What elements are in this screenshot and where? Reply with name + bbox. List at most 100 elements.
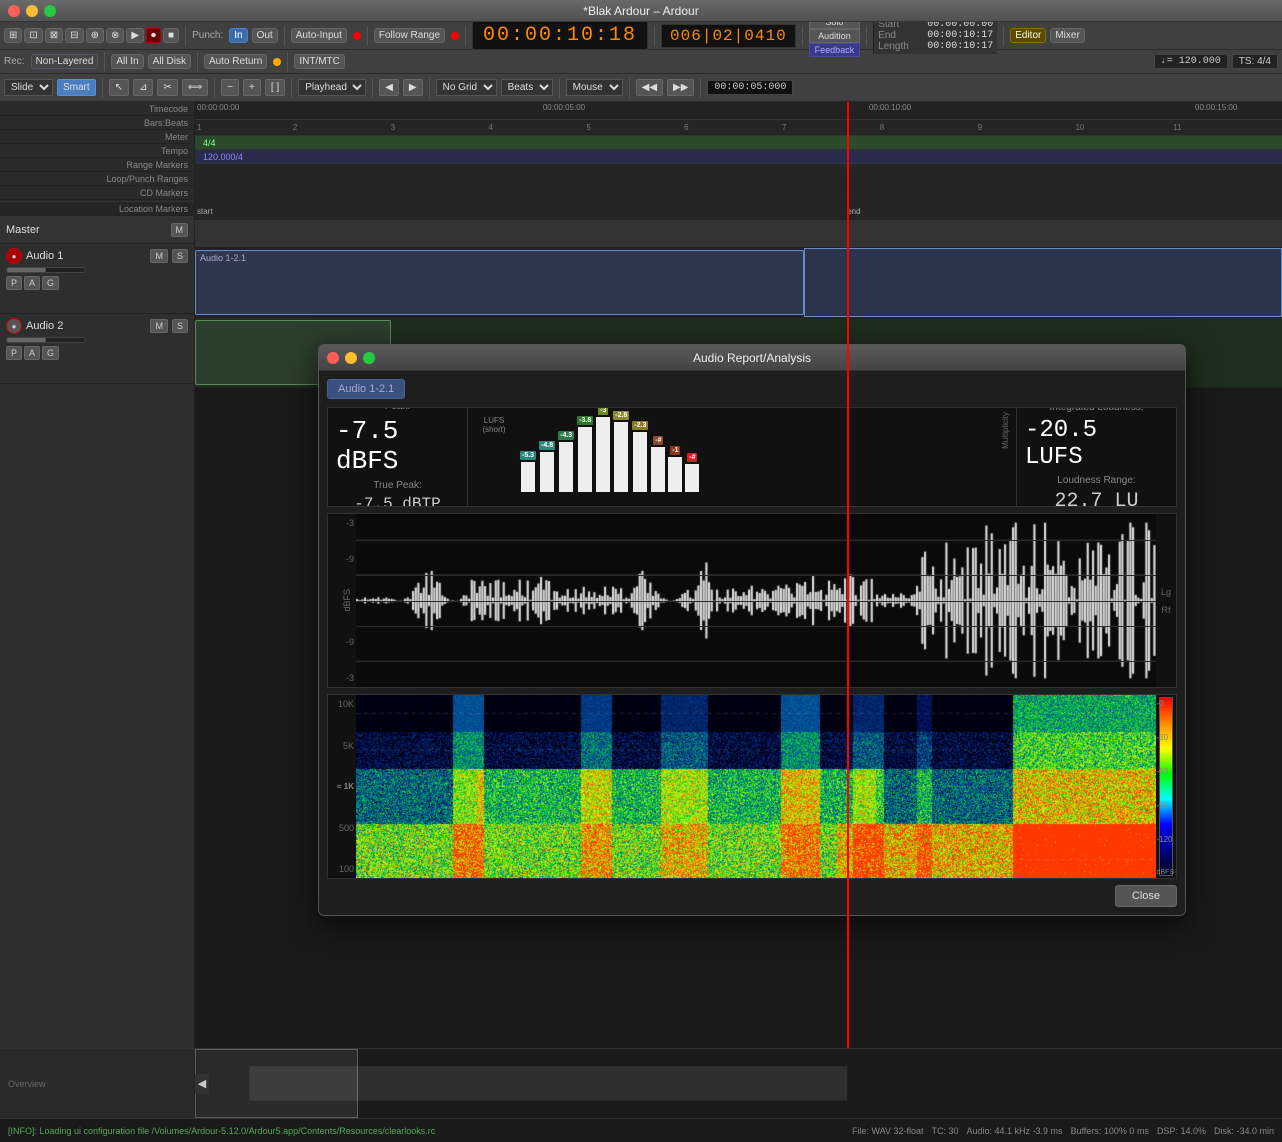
tb-icon7[interactable]: ▶	[126, 28, 144, 43]
audio1-g-btn[interactable]: G	[42, 276, 59, 290]
grid-select[interactable]: No Grid	[436, 79, 497, 96]
audio1-region[interactable]: Audio 1-2.1	[195, 250, 804, 315]
timesig-display[interactable]: TS: 4/4	[1232, 54, 1278, 69]
sep8	[1003, 26, 1004, 46]
next-btn[interactable]: ▶▶	[667, 79, 694, 96]
range-tool[interactable]: ⊿	[133, 79, 153, 96]
non-layered-btn[interactable]: Non-Layered	[31, 54, 99, 69]
spectrogram-section: 10K 5K ≈ 1K 500 100 -0 -30 -60	[327, 694, 1177, 879]
lufs-bar-fill-1	[521, 462, 535, 492]
buffers-info: Buffers: 100% 0 ms	[1071, 1126, 1149, 1136]
ruler-header: Timecode Bars:Beats Meter Tempo Range Ma…	[0, 102, 194, 202]
tb-icon5[interactable]: ⊕	[86, 28, 104, 43]
modal-min-wc[interactable]	[345, 352, 357, 364]
overview-label: Overview	[8, 1079, 46, 1089]
rec-label: Rec:	[4, 56, 25, 67]
modal-max-wc[interactable]	[363, 352, 375, 364]
tb-icon4[interactable]: ⊟	[65, 28, 83, 43]
timecode-display[interactable]: 00:00:10:18	[472, 21, 648, 50]
wf-grid-3	[356, 626, 1156, 627]
minimize-button[interactable]	[26, 5, 38, 17]
audio2-header: ● Audio 2 M S P A G	[0, 314, 194, 384]
punch-in-btn[interactable]: In	[229, 28, 247, 43]
master-timeline[interactable]	[195, 220, 1282, 248]
cursor-tool[interactable]: ↖	[109, 79, 129, 96]
maximize-button[interactable]	[44, 5, 56, 17]
feedback-btn[interactable]: Feedback	[809, 43, 861, 57]
timecode-ruler: 00:00:00:00 00:00:05:00 00:00:10:00 00:0…	[195, 102, 1282, 120]
tb-rec-btn[interactable]: ⏺	[146, 28, 161, 43]
modal-tab[interactable]: Audio 1-2.1	[327, 379, 405, 399]
master-m-btn[interactable]: M	[171, 223, 189, 237]
snap-select[interactable]: Beats	[501, 79, 553, 96]
audio1-s-btn[interactable]: S	[172, 249, 188, 263]
scroll-left-btn[interactable]: ◀	[195, 1074, 209, 1094]
nudge-fwd-btn[interactable]: ▶	[403, 79, 423, 96]
audio1-m-btn[interactable]: M	[150, 249, 168, 263]
location-ruler: start end	[195, 206, 1282, 220]
editor-btn[interactable]: Editor	[1010, 28, 1046, 43]
audio2-p-btn[interactable]: P	[6, 346, 22, 360]
prev-btn[interactable]: ◀◀	[636, 79, 663, 96]
punch-out-btn[interactable]: Out	[252, 28, 278, 43]
mixer-btn[interactable]: Mixer	[1050, 28, 1084, 43]
length-value: 00:00:10:17	[927, 41, 993, 52]
tb-icon2[interactable]: ⊡	[24, 28, 42, 43]
bar-7: 7	[782, 123, 786, 132]
audio2-m-btn[interactable]: M	[150, 319, 168, 333]
mini-track[interactable]: ◀	[195, 1049, 1282, 1118]
all-disk-btn[interactable]: All Disk	[148, 54, 191, 69]
spec-dbfs-label: dBFS	[1156, 869, 1174, 876]
audio2-s-btn[interactable]: S	[172, 319, 188, 333]
modal-close-wc[interactable]	[327, 352, 339, 364]
modal-close-btn[interactable]: Close	[1115, 885, 1177, 907]
viewport-indicator[interactable]	[195, 1049, 358, 1118]
tempo-display[interactable]: ♩= 120.000	[1154, 54, 1228, 69]
smart-btn[interactable]: Smart	[57, 79, 96, 96]
wf-grid-1	[356, 540, 1156, 541]
modal-window-controls	[327, 352, 375, 364]
nudge-back-btn[interactable]: ◀	[379, 79, 399, 96]
zoom-out-btn[interactable]: −	[221, 79, 239, 96]
tb-icon3[interactable]: ⊠	[45, 28, 63, 43]
follow-range-btn[interactable]: Follow Range	[374, 28, 445, 43]
location-markers-header: Location Markers	[0, 202, 194, 216]
audio-info: Audio: 44.1 kHz -3.9 ms	[967, 1126, 1063, 1136]
audio2-a-btn[interactable]: A	[24, 346, 40, 360]
audio2-g-btn[interactable]: G	[42, 346, 59, 360]
auto-input-btn[interactable]: Auto-Input	[291, 28, 347, 43]
int-mtc-btn[interactable]: INT/MTC	[294, 54, 345, 69]
sep5	[654, 26, 655, 46]
tb-icon6[interactable]: ⊗	[106, 28, 124, 43]
sep7	[866, 26, 867, 46]
modal-title: Audio Report/Analysis	[693, 351, 811, 365]
lufs-bar-2: -4.8	[539, 441, 555, 492]
audio2-rec-btn[interactable]: ●	[6, 318, 22, 334]
audio1-fader[interactable]	[6, 267, 86, 273]
bars-display[interactable]: 006|02|0410	[661, 24, 796, 48]
auto-return-btn[interactable]: Auto Return	[204, 54, 267, 69]
zoom-in-btn[interactable]: +	[243, 79, 261, 96]
spec-canvas-area	[356, 695, 1156, 878]
sep11	[287, 52, 288, 72]
audition-btn[interactable]: Audition	[809, 29, 861, 43]
tb-icon1[interactable]: ⊞	[4, 28, 22, 43]
stretch-tool[interactable]: ⟺	[182, 79, 208, 96]
audio1-a-btn[interactable]: A	[24, 276, 40, 290]
mouse-select[interactable]: Mouse	[566, 79, 623, 96]
window-title: *Blak Ardour – Ardour	[583, 4, 698, 18]
zoom-fit-btn[interactable]: [ ]	[265, 79, 285, 96]
audio1-timeline[interactable]: Audio 1-2.1	[195, 248, 1282, 318]
playhead-select[interactable]: Playhead	[298, 79, 366, 96]
lufs-tag-6: -2.8	[613, 411, 629, 420]
edit-mode-select[interactable]: Slide	[4, 79, 53, 96]
audio2-fader[interactable]	[6, 337, 86, 343]
tb-stop-btn[interactable]: ■	[163, 28, 179, 43]
all-in-btn[interactable]: All In	[111, 54, 143, 69]
sep9	[104, 52, 105, 72]
audio1-rec-btn[interactable]: ●	[6, 248, 22, 264]
audio1-p-btn[interactable]: P	[6, 276, 22, 290]
cut-tool[interactable]: ✂	[157, 79, 177, 96]
close-button[interactable]	[8, 5, 20, 17]
lufs-bar-9: -1	[668, 446, 682, 492]
